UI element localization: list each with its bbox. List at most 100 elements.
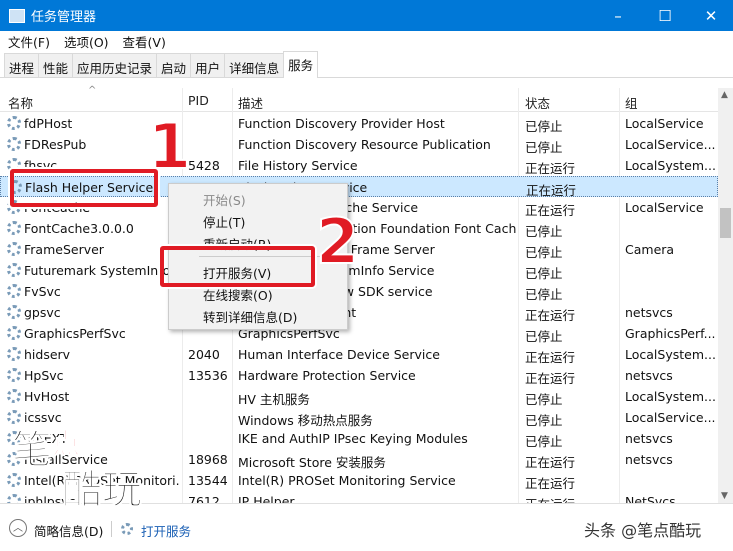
service-pid: 13544 xyxy=(188,473,228,488)
annotation-box-1 xyxy=(10,169,158,207)
service-name: FontCache3.0.0.0 xyxy=(24,221,134,236)
service-description: Microsoft Store 安装服务 xyxy=(238,455,386,470)
service-description: IP Helper xyxy=(238,494,295,503)
menu-item-search-online[interactable]: 在线搜索(O) xyxy=(203,285,273,304)
menu-bar: 文件(F) 选项(O) 查看(V) xyxy=(0,31,733,52)
service-description: File History Service xyxy=(238,158,358,173)
sort-ascending-icon: ^ xyxy=(88,85,97,96)
table-row[interactable]: HvHost HV 主机服务 已停止 LocalSystem... xyxy=(0,386,718,407)
service-name: Futuremark SystemInfo Service xyxy=(24,263,179,278)
watermark-logo: 笔点 酷玩 xyxy=(12,426,143,513)
service-group: netsvcs xyxy=(625,452,673,467)
open-services-link[interactable]: 打开服务 xyxy=(141,521,191,540)
service-gear-icon xyxy=(7,347,21,361)
service-name: gpsvc xyxy=(24,305,61,320)
service-group: LocalSystem... xyxy=(625,158,716,173)
service-gear-icon xyxy=(7,137,21,151)
service-status: 正在运行 xyxy=(525,494,575,503)
service-gear-icon xyxy=(7,305,21,319)
service-gear-icon xyxy=(7,389,21,403)
table-row[interactable]: HpSvc 13536 Hardware Protection Service … xyxy=(0,365,718,386)
menu-view[interactable]: 查看(V) xyxy=(115,32,172,51)
scroll-up-icon[interactable]: ▲ xyxy=(721,90,728,100)
service-gear-icon xyxy=(7,284,21,298)
service-description: Function Discovery Resource Publication xyxy=(238,137,491,152)
maximize-button[interactable]: ☐ xyxy=(642,0,688,31)
credit-text: 头条 @笔点酷玩 xyxy=(584,521,702,540)
table-row[interactable]: GraphicsPerfSvc GraphicsPerfSvc 已停止 Grap… xyxy=(0,323,718,344)
service-group: LocalSystem... xyxy=(625,347,716,362)
table-row[interactable]: FDResPub Function Discovery Resource Pub… xyxy=(0,134,718,155)
service-group: Camera xyxy=(625,242,675,257)
col-name[interactable]: 名称 xyxy=(8,93,33,112)
service-group: LocalService xyxy=(625,200,704,215)
table-row[interactable]: gpsvc Group Policy Client 正在运行 netsvcs xyxy=(0,302,718,323)
service-status: 正在运行 xyxy=(525,371,576,386)
services-gear-icon xyxy=(121,523,133,535)
service-gear-icon xyxy=(7,326,21,340)
col-status[interactable]: 状态 xyxy=(525,93,550,112)
service-status: 已停止 xyxy=(525,140,563,155)
service-description: Windows 移动热点服务 xyxy=(238,413,373,428)
scrollbar-thumb[interactable] xyxy=(720,208,731,238)
menu-item-stop[interactable]: 停止(T) xyxy=(203,212,245,231)
annotation-number-2: 2 xyxy=(315,204,360,279)
service-name: icssvc xyxy=(24,410,62,425)
service-status: 已停止 xyxy=(525,224,563,239)
service-name: FrameServer xyxy=(24,242,104,257)
tab-app-history[interactable]: 应用历史记录 xyxy=(72,53,158,77)
service-name: HvHost xyxy=(24,389,70,404)
service-status: 已停止 xyxy=(525,266,563,281)
vertical-scrollbar[interactable]: ▲ ▼ xyxy=(718,88,733,503)
tab-services[interactable]: 服务 xyxy=(283,51,319,78)
service-description: Intel(R) PROSet Monitoring Service xyxy=(238,473,456,488)
service-status: 已停止 xyxy=(525,413,563,428)
service-name: FvSvc xyxy=(24,284,61,299)
service-group: netsvcs xyxy=(625,368,673,383)
menu-item-go-to-details[interactable]: 转到详细信息(D) xyxy=(203,307,297,326)
table-row[interactable]: FvSvc NVIDIA FrameView SDK service 已停止 xyxy=(0,281,718,302)
table-row[interactable]: icssvc Windows 移动热点服务 已停止 LocalService..… xyxy=(0,407,718,428)
menu-file[interactable]: 文件(F) xyxy=(0,32,56,51)
col-group[interactable]: 组 xyxy=(625,93,638,112)
service-status: 正在运行 xyxy=(525,350,576,365)
annotation-box-2 xyxy=(160,246,315,287)
annotation-number-1: 1 xyxy=(147,109,192,184)
service-status: 已停止 xyxy=(525,434,563,449)
service-description: Human Interface Device Service xyxy=(238,347,440,362)
service-gear-icon xyxy=(7,410,21,424)
service-pid: 5428 xyxy=(188,158,220,173)
col-desc[interactable]: 描述 xyxy=(238,93,263,112)
service-group: netsvcs xyxy=(625,431,673,446)
tab-bar: 进程 性能 应用历史记录 启动 用户 详细信息 服务 xyxy=(0,51,733,78)
service-pid: 13536 xyxy=(188,368,228,383)
menu-item-start[interactable]: 开始(S) xyxy=(203,190,246,209)
service-group: LocalSystem... xyxy=(625,389,716,404)
table-row[interactable]: hidserv 2040 Human Interface Device Serv… xyxy=(0,344,718,365)
less-details-button[interactable]: 简略信息(D) xyxy=(34,521,103,540)
service-pid: 18968 xyxy=(188,452,228,467)
menu-options[interactable]: 选项(O) xyxy=(56,32,115,51)
footer-divider xyxy=(111,521,112,537)
tab-processes[interactable]: 进程 xyxy=(4,53,40,77)
minimize-button[interactable]: – xyxy=(595,0,641,31)
service-status: 已停止 xyxy=(525,329,563,344)
service-description: Function Discovery Provider Host xyxy=(238,116,445,131)
service-status: 已停止 xyxy=(525,119,563,134)
service-status: 已停止 xyxy=(525,287,563,302)
collapse-chevron-icon[interactable]: ︿ xyxy=(9,519,27,537)
scroll-down-icon[interactable]: ▼ xyxy=(721,491,728,501)
service-name: GraphicsPerfSvc xyxy=(24,326,126,341)
table-row[interactable]: fdPHost Function Discovery Provider Host… xyxy=(0,113,718,134)
service-gear-icon xyxy=(7,368,21,382)
service-status: 正在运行 xyxy=(525,455,576,470)
tab-startup[interactable]: 启动 xyxy=(156,53,192,77)
col-pid[interactable]: PID xyxy=(188,93,209,108)
tab-details[interactable]: 详细信息 xyxy=(224,53,285,77)
tab-performance[interactable]: 性能 xyxy=(38,53,74,77)
service-gear-icon xyxy=(7,263,21,277)
tab-users[interactable]: 用户 xyxy=(190,53,226,77)
service-status: 正在运行 xyxy=(525,476,576,491)
service-status: 已停止 xyxy=(525,392,563,407)
close-button[interactable]: ✕ xyxy=(688,0,733,31)
